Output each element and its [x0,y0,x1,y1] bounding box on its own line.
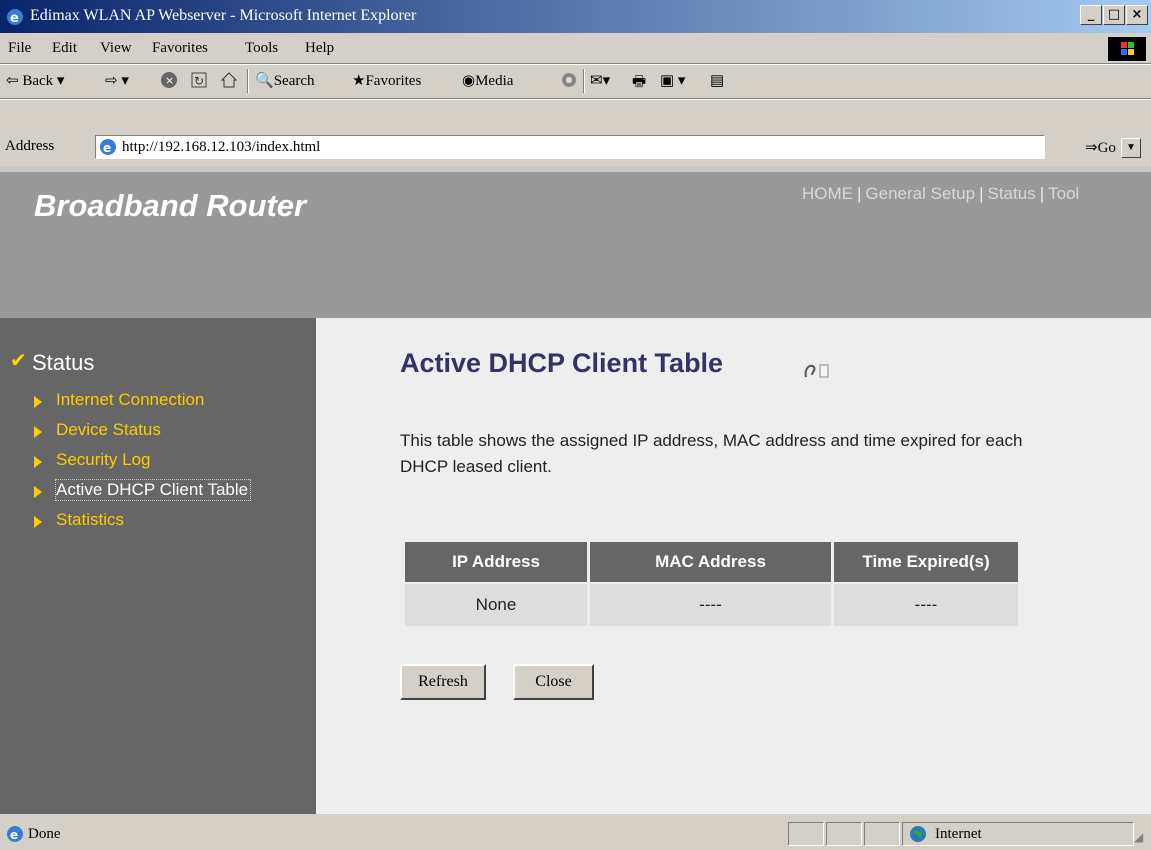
page-icon: e [100,139,116,155]
internet-explorer-icon: e [7,9,23,26]
windows-logo-icon [1108,37,1146,61]
close-button[interactable]: Close [513,664,594,700]
zone-panel: Internet [902,822,1134,846]
search-button[interactable]: 🔍Search [255,71,315,90]
menu-favorites[interactable]: Favorites [152,40,208,57]
maximize-button[interactable]: □ [1103,5,1125,25]
address-url[interactable]: http://192.168.12.103/index.html [122,139,320,156]
nav-status[interactable]: Status [987,184,1035,203]
menu-edit[interactable]: Edit [52,40,77,57]
arrow-icon [34,426,42,438]
status-panel [864,822,900,846]
edit-button[interactable]: ▣ ▾ [660,71,685,90]
page-done-icon: e [7,826,23,842]
sidebar-item-active-dhcp-client-table[interactable]: Active DHCP Client Table [54,479,252,501]
media-button[interactable]: ◉Media [462,71,513,90]
cell-mac: ---- [590,584,831,626]
top-nav: HOME | General Setup | Status | Tool [802,184,1080,203]
status-panel [788,822,824,846]
svg-text:×: × [165,74,174,87]
toolbar-divider [0,98,1151,100]
mail-button[interactable]: ✉▾ [590,71,610,90]
nav-general-setup[interactable]: General Setup [865,184,975,203]
go-button[interactable]: ⇒Go [1085,138,1116,157]
sidebar-title: Status [32,350,95,375]
help-icon[interactable] [800,359,832,381]
arrow-icon [34,396,42,408]
nav-home[interactable]: HOME [802,184,853,203]
zone-label: Internet [935,826,982,842]
column-header-ip: IP Address [405,542,587,584]
menu-view[interactable]: View [100,40,132,57]
toolbar-separator [583,69,585,93]
menu-bar: File Edit View Favorites Tools Help [0,36,1151,62]
title-bar: e Edimax WLAN AP Webserver - Microsoft I… [0,0,1151,33]
discuss-icon[interactable]: ▤ [710,71,724,90]
arrow-icon [34,456,42,468]
address-label: Address [5,138,55,154]
web-page: Broadband Router HOME | General Setup | Stat… [0,166,1151,814]
print-icon[interactable]: 🖶 [632,71,646,96]
refresh-icon[interactable]: ↻ [190,71,208,89]
nav-tool[interactable]: Tool [1048,184,1079,203]
cell-ip: None [405,584,587,626]
history-icon[interactable] [560,71,578,89]
svg-text:e: e [10,11,19,26]
description: This table shows the assigned IP address… [400,431,1023,476]
back-button[interactable]: ⇦ Back ▾ [6,71,64,90]
svg-text:e: e [103,141,111,155]
address-bar: Address e http://192.168.12.103/index.ht… [0,131,1151,163]
status-text: Done [28,826,61,842]
stop-icon[interactable]: × [160,71,178,89]
refresh-button[interactable]: Refresh [400,664,486,700]
checkmark-icon: ✔ [10,348,27,372]
toolbar-separator [247,69,249,93]
address-field[interactable]: e http://192.168.12.103/index.html ▼ [95,135,1141,159]
toolbar: ⇦ Back ▾ ⇨ ▾ × ↻ 🔍Search ★Favorites ◉Med… [0,65,1151,97]
arrow-icon [34,516,42,528]
cell-time: ---- [834,584,1018,626]
sidebar: ✔ Status Internet Connection Device Stat… [0,318,316,814]
svg-text:↻: ↻ [194,74,204,88]
dhcp-client-table: IP Address MAC Address Time Expired(s) N… [402,542,1021,626]
menu-help[interactable]: Help [305,40,334,57]
brand-title: Broadband Router [34,188,307,223]
status-bar: e Done Internet ◢ [0,818,1151,850]
status-panel [826,822,862,846]
sidebar-item-statistics[interactable]: Statistics [56,510,124,530]
column-header-time: Time Expired(s) [834,542,1018,584]
globe-icon [910,826,926,842]
minimize-button[interactable]: _ [1080,5,1102,25]
sidebar-item-device-status[interactable]: Device Status [56,420,161,440]
close-window-button[interactable]: × [1126,5,1148,25]
page-title: Active DHCP Client Table [400,348,724,378]
forward-button[interactable]: ⇨ ▾ [105,71,129,90]
window-title: Edimax WLAN AP Webserver - Microsoft Int… [30,7,417,24]
favorites-button[interactable]: ★Favorites [352,71,421,90]
menu-tools[interactable]: Tools [245,40,278,57]
column-header-mac: MAC Address [590,542,831,584]
svg-text:e: e [10,828,18,842]
home-icon[interactable] [220,71,238,89]
sidebar-item-internet-connection[interactable]: Internet Connection [56,390,204,410]
arrow-icon [34,486,42,498]
menu-file[interactable]: File [8,40,31,57]
table-row: None ---- ---- [405,584,1018,626]
sidebar-item-security-log[interactable]: Security Log [56,450,151,470]
resize-grip-icon[interactable]: ◢ [1134,830,1143,845]
banner-strip [0,166,1151,172]
address-dropdown-icon[interactable]: ▼ [1121,138,1141,158]
